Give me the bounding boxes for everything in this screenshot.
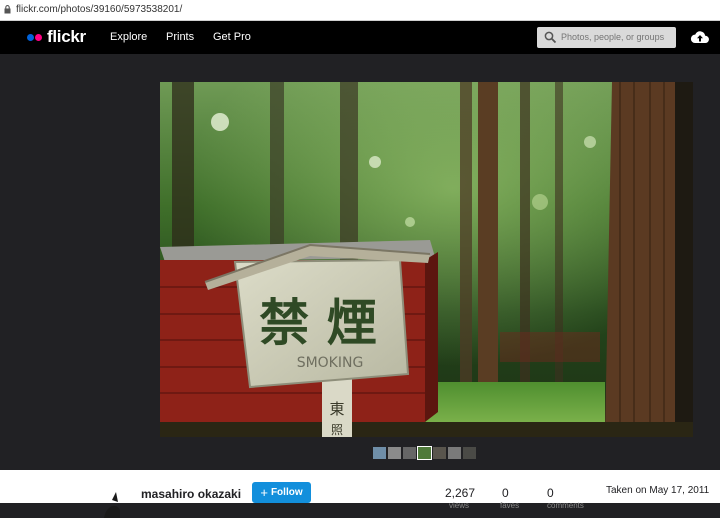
views-label: views — [449, 501, 470, 510]
nav-link-prints[interactable]: Prints — [166, 31, 194, 43]
sign-english-text: SMOKING — [297, 355, 364, 371]
forest-sign-photo: 東 照 禁 煙 SMOKING — [160, 82, 693, 437]
thumbnail[interactable] — [463, 447, 476, 459]
url-text: flickr.com/photos/39160/5973538201/ — [16, 4, 183, 15]
photo-info-bar: masahiro okazaki + Follow 2,267 views 0 … — [0, 470, 720, 518]
pink-dot-icon — [35, 33, 42, 41]
blue-dot-icon — [27, 33, 34, 41]
faves-label: faves — [500, 501, 520, 510]
comments-label: comments — [547, 501, 584, 510]
search-icon[interactable] — [544, 31, 557, 44]
follow-button[interactable]: + Follow — [252, 482, 311, 503]
flickr-logo[interactable]: flickr — [27, 27, 86, 46]
plus-icon: + — [260, 484, 268, 500]
views-count: 2,267 — [445, 486, 476, 500]
main-photo[interactable]: 東 照 禁 煙 SMOKING — [160, 82, 693, 437]
svg-text:照: 照 — [331, 423, 343, 437]
thumbnail-current[interactable] — [417, 446, 432, 460]
nav-link-explore[interactable]: Explore — [110, 31, 147, 43]
follow-label: Follow — [270, 487, 303, 498]
top-navigation: flickr Explore Prints Get Pro — [0, 21, 720, 54]
taken-date: Taken on May 17, 2011 — [606, 485, 710, 496]
lock-icon — [4, 5, 11, 14]
comments-count: 0 — [547, 486, 554, 500]
faves-count: 0 — [502, 486, 509, 500]
thumbnail[interactable] — [433, 447, 446, 459]
thumbnail[interactable] — [403, 447, 416, 459]
search-box — [537, 27, 676, 48]
upload-cloud-icon[interactable] — [690, 28, 710, 46]
thumbnail[interactable] — [448, 447, 461, 459]
photo-thumbnail-strip — [373, 446, 476, 460]
author-avatar[interactable] — [100, 488, 130, 518]
logo-wordmark: flickr — [47, 27, 86, 46]
thumbnail[interactable] — [388, 447, 401, 459]
svg-text:東: 東 — [329, 400, 344, 418]
thumbnail[interactable] — [373, 447, 386, 459]
author-name[interactable]: masahiro okazaki — [141, 487, 241, 501]
search-input[interactable] — [561, 30, 673, 44]
nav-link-get-pro[interactable]: Get Pro — [213, 31, 251, 43]
sign-kanji-text: 禁 煙 — [259, 293, 376, 352]
browser-address-bar[interactable]: flickr.com/photos/39160/5973538201/ — [0, 0, 720, 21]
